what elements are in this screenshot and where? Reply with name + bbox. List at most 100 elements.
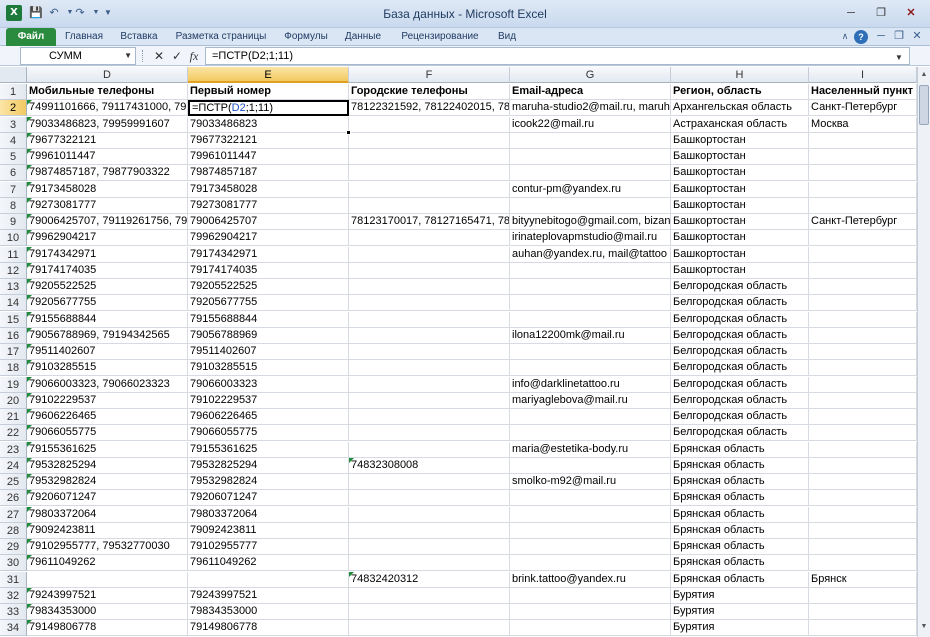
cell-g[interactable]: icook22@mail.ru xyxy=(510,116,671,133)
cell-f[interactable] xyxy=(349,474,510,490)
cell-h[interactable]: Башкортостан xyxy=(671,149,809,165)
row-header[interactable]: 15 xyxy=(0,311,27,328)
cell-i[interactable] xyxy=(809,311,917,328)
cell-g[interactable]: Email-адреса xyxy=(510,84,671,100)
cell-i[interactable]: Москва xyxy=(809,116,917,133)
cell-e[interactable]: 79834353000 xyxy=(188,604,349,620)
column-header-f[interactable]: F xyxy=(349,67,510,83)
cell-f[interactable] xyxy=(349,555,510,572)
cell-g[interactable] xyxy=(510,522,671,539)
cell-g[interactable] xyxy=(510,457,671,474)
cell-g[interactable] xyxy=(510,344,671,360)
cell-h[interactable]: Башкортостан xyxy=(671,230,809,247)
cell-i[interactable] xyxy=(809,149,917,165)
collapse-ribbon-icon[interactable]: ∧ xyxy=(838,29,852,44)
cell-f[interactable] xyxy=(349,522,510,539)
cell-i[interactable] xyxy=(809,555,917,572)
cell-f[interactable]: 78123170017, 78127165471, 78122 xyxy=(349,214,510,230)
cell-g[interactable]: ilona12200mk@mail.ru xyxy=(510,327,671,344)
cell-f[interactable] xyxy=(349,279,510,295)
cell-f[interactable] xyxy=(349,230,510,247)
cell-d[interactable]: 79606226465 xyxy=(27,409,188,425)
cell-g[interactable]: info@darklinetattoo.ru xyxy=(510,376,671,393)
cell-i[interactable]: Санкт-Петербург xyxy=(809,214,917,230)
cell-f[interactable] xyxy=(349,311,510,328)
restore-icon[interactable]: ❐ xyxy=(870,4,892,22)
cell-h[interactable]: Башкортостан xyxy=(671,165,809,182)
cell-e[interactable]: 79149806778 xyxy=(188,620,349,637)
cell-h[interactable]: Белгородская область xyxy=(671,295,809,312)
row-header[interactable]: 32 xyxy=(0,587,27,604)
cell-h[interactable]: Регион, область xyxy=(671,84,809,100)
cell-h[interactable]: Брянская область xyxy=(671,441,809,458)
row-header[interactable]: 16 xyxy=(0,327,27,344)
cell-f[interactable]: Городские телефоны xyxy=(349,84,510,100)
cell-h[interactable]: Брянская область xyxy=(671,457,809,474)
cell-i[interactable] xyxy=(809,425,917,442)
cell-g[interactable] xyxy=(510,587,671,604)
cell-f[interactable] xyxy=(349,344,510,360)
cell-h[interactable]: Бурятия xyxy=(671,604,809,620)
cell-e[interactable]: 79206071247 xyxy=(188,490,349,507)
cell-f[interactable] xyxy=(349,425,510,442)
cell-d[interactable]: 79874857187, 79877903322 xyxy=(27,165,188,182)
cell-e[interactable]: 79205677755 xyxy=(188,295,349,312)
cell-i[interactable] xyxy=(809,327,917,344)
tab-insert[interactable]: Вставка xyxy=(116,28,162,46)
cell-g[interactable] xyxy=(510,165,671,182)
minimize-icon[interactable]: ─ xyxy=(840,4,862,22)
fill-handle[interactable] xyxy=(346,129,351,135)
cell-g[interactable]: auhan@yandex.ru, mail@tattoo xyxy=(510,246,671,263)
cell-f[interactable] xyxy=(349,441,510,458)
name-box[interactable]: СУММ ▼ xyxy=(20,47,136,65)
cell-e[interactable]: 79611049262 xyxy=(188,555,349,572)
cell-d[interactable]: 79173458028 xyxy=(27,181,188,198)
row-header[interactable]: 2 xyxy=(0,100,27,117)
cell-f[interactable] xyxy=(349,246,510,263)
row-header[interactable]: 20 xyxy=(0,392,27,409)
cell-g[interactable] xyxy=(510,197,671,214)
cell-g[interactable] xyxy=(510,425,671,442)
cell-h[interactable]: Башкортостан xyxy=(671,132,809,149)
cell-e[interactable]: 79205522525 xyxy=(188,279,349,295)
cell-d[interactable]: 79677322121 xyxy=(27,132,188,149)
row-header[interactable]: 22 xyxy=(0,425,27,442)
tab-view[interactable]: Вид xyxy=(494,28,520,46)
cell-d[interactable]: 79149806778 xyxy=(27,620,188,637)
name-box-dropdown-icon[interactable]: ▼ xyxy=(124,48,132,64)
cell-h[interactable]: Белгородская область xyxy=(671,311,809,328)
cell-i[interactable] xyxy=(809,279,917,295)
cell-g[interactable]: smolko-m92@mail.ru xyxy=(510,474,671,490)
cell-g[interactable] xyxy=(510,506,671,523)
cell-g[interactable] xyxy=(510,149,671,165)
cell-h[interactable]: Башкортостан xyxy=(671,262,809,279)
cell-d[interactable]: 79205677755 xyxy=(27,295,188,312)
tab-formulas[interactable]: Формулы xyxy=(278,28,334,46)
insert-function-icon[interactable]: fx xyxy=(187,48,201,64)
row-header[interactable]: 11 xyxy=(0,246,27,263)
cell-i[interactable] xyxy=(809,344,917,360)
cell-f[interactable] xyxy=(349,604,510,620)
cell-i[interactable]: Брянск xyxy=(809,571,917,588)
cell-f[interactable] xyxy=(349,620,510,637)
row-header[interactable]: 4 xyxy=(0,132,27,149)
cell-e[interactable]: 79874857187 xyxy=(188,165,349,182)
cell-h[interactable]: Брянская область xyxy=(671,555,809,572)
cell-e[interactable]: Первый номер xyxy=(188,84,349,100)
row-header[interactable]: 10 xyxy=(0,230,27,247)
cell-i[interactable] xyxy=(809,522,917,539)
cell-e[interactable]: 79066003323 xyxy=(188,376,349,393)
cell-e[interactable]: 79962904217 xyxy=(188,230,349,247)
row-header[interactable]: 31 xyxy=(0,571,27,588)
cell-d[interactable]: 79511402607 xyxy=(27,344,188,360)
cell-e[interactable] xyxy=(188,571,349,588)
cell-f[interactable] xyxy=(349,295,510,312)
cell-i[interactable] xyxy=(809,474,917,490)
row-header[interactable]: 28 xyxy=(0,522,27,539)
cell-e[interactable]: 79961011447 xyxy=(188,149,349,165)
tab-home[interactable]: Главная xyxy=(62,28,106,46)
cell-h[interactable]: Белгородская область xyxy=(671,360,809,377)
cell-g[interactable] xyxy=(510,539,671,555)
row-header[interactable]: 26 xyxy=(0,490,27,507)
row-header[interactable]: 8 xyxy=(0,197,27,214)
